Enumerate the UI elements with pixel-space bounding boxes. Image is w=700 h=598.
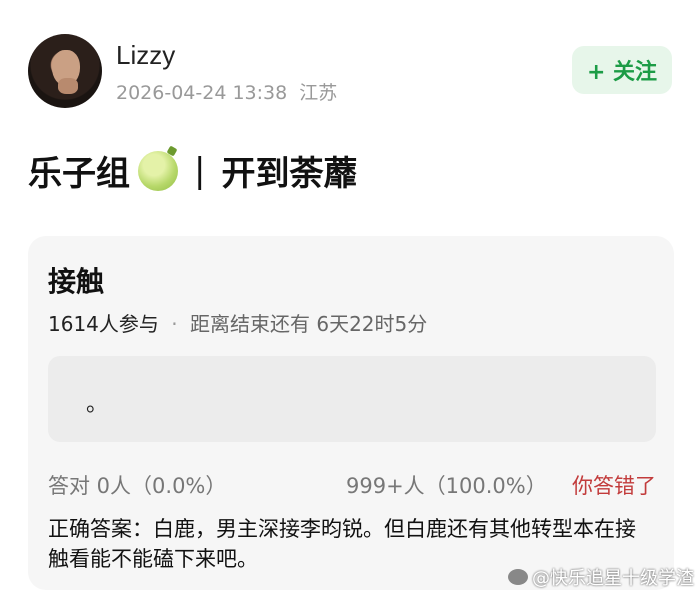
title-part2: 开到荼蘼: [221, 154, 358, 194]
post-meta: 2026-04-24 13:38 江苏: [116, 78, 337, 105]
post-header: Lizzy 2026-04-24 13:38 江苏 + 关注: [28, 32, 672, 112]
wrong-stat: 999+人（100.0%）: [346, 474, 547, 498]
correct-stat: 答对 0人（0.0%）: [48, 474, 227, 498]
title-part1: 乐子组: [28, 154, 130, 194]
post-title: 乐子组 | 开到荼蘼: [28, 146, 357, 195]
quiz-participants: 1614人参与: [48, 312, 159, 336]
separator-dot: ·: [171, 312, 178, 336]
avatar[interactable]: [28, 34, 102, 108]
follow-label: + 关注: [586, 60, 658, 85]
post-datetime: 2026-04-24 13:38: [116, 82, 288, 104]
melon-icon: [138, 150, 178, 191]
quiz-stats: 答对 0人（0.0%） 999+人（100.0%） 你答错了: [48, 470, 656, 500]
post-location: 江苏: [299, 82, 338, 104]
weibo-icon: [508, 569, 528, 585]
quiz-option-text: 。: [86, 392, 109, 417]
watermark: @快乐追星十级学渣: [508, 564, 694, 590]
avatar-hand: [58, 78, 78, 94]
watermark-text: @快乐追星十级学渣: [532, 568, 694, 589]
quiz-deadline: 距离结束还有 6天22时5分: [189, 312, 428, 336]
follow-button[interactable]: + 关注: [572, 46, 672, 94]
quiz-subtitle: 1614人参与 · 距离结束还有 6天22时5分: [48, 308, 427, 337]
quiz-title: 接触: [48, 265, 105, 298]
quiz-option[interactable]: 。: [48, 356, 656, 442]
username[interactable]: Lizzy: [116, 40, 175, 71]
title-separator: |: [194, 150, 206, 191]
quiz-card: 接触 1614人参与 · 距离结束还有 6天22时5分 。 答对 0人（0.0%…: [28, 236, 674, 590]
wrong-label: 你答错了: [572, 474, 656, 498]
